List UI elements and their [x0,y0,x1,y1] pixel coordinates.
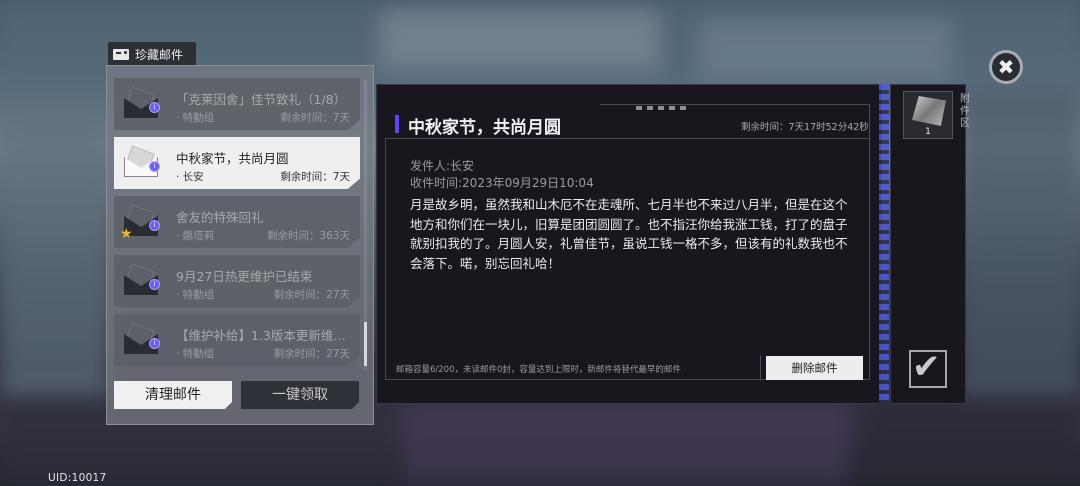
mailbox-capacity-note: 邮箱容量6/200，未读邮件0封，容量达到上限时，新邮件将替代最早的邮件 [396,365,681,375]
envelope-icon: i [124,322,160,354]
mail-detail-remaining: 剩余时间：7天17时52分42秒 [741,122,869,133]
mail-list-scrollbar-thumb[interactable] [364,322,367,366]
envelope-icon: i [124,86,160,118]
player-uid: UID:10017 [48,472,107,484]
mail-detail-sender: 发件人:长安 [410,159,475,173]
mail-remaining-time: 剩余时间：7天 [280,112,350,124]
mail-sender: · 长安 [176,171,204,183]
mail-sender: · 娜塔莉 [176,230,215,242]
title-accent-bar [395,115,399,133]
attachment-count: 1 [925,127,931,137]
mail-remaining-time: 剩余时间：363天 [266,230,350,242]
mail-item[interactable]: i 「克莱因舍」佳节致礼（1/8） · 特勤组 剩余时间：7天 [114,78,360,130]
envelope-icon: i [124,263,160,295]
mail-item[interactable]: i ★ 舍友的特殊回礼 · 娜塔莉 剩余时间：363天 [114,196,360,248]
mail-item[interactable]: i 【维护补给】1.3版本更新维护... · 特勤组 剩余时间：27天 [114,314,360,366]
mail-detail-body: 月是故乡明，虽然我和山木厄不在走魂所、七月半也不来过八月半，但是在这个地方和你们… [410,197,848,271]
mail-sender: · 特勤组 [176,348,215,360]
claim-all-button[interactable]: 一键领取 [241,381,359,409]
checkmark-icon: ✔ [912,347,941,387]
attachment-item[interactable]: 1 [903,91,953,139]
star-icon: ★ [120,226,133,242]
mail-item[interactable]: i 9月27日热更维护已结束 · 特勤组 剩余时间：27天 [114,255,360,307]
footer-separator [760,355,761,381]
clean-mail-button[interactable]: 清理邮件 [114,381,232,409]
mail-sender: · 特勤组 [176,289,215,301]
collection-tab-label: 珍藏邮件 [135,47,184,62]
mail-remaining-time: 剩余时间：27天 [273,289,350,301]
envelope-open-icon: i [124,145,160,177]
collection-tab: 珍藏邮件 [108,42,196,66]
decor-dots [636,106,686,110]
mail-title: 【维护补给】1.3版本更新维护... [176,328,351,343]
mail-title: 中秋家节，共尚月圆 [176,151,289,166]
mail-title: 「克莱因舍」佳节致礼（1/8） [176,92,347,107]
mail-card-icon [113,48,129,60]
mail-detail-title: 中秋家节，共尚月圆 [408,118,561,138]
mail-title: 9月27日热更维护已结束 [176,269,313,284]
mail-sender: · 特勤组 [176,112,215,124]
mail-remaining-time: 剩余时间：27天 [273,348,350,360]
delete-mail-button[interactable]: 删除邮件 [766,356,863,380]
mail-remaining-time: 剩余时间：7天 [280,171,350,183]
mail-detail-receive-time: 收件时间:2023年09月29日10:04 [410,176,594,190]
close-button[interactable]: ✖ [989,50,1023,84]
mail-title: 舍友的特殊回礼 [176,210,264,225]
ticket-perforation [879,84,889,404]
attachment-area-label: 附件区 [960,94,970,129]
mail-item-selected[interactable]: i 中秋家节，共尚月圆 · 长安 剩余时间：7天 [114,137,360,189]
material-cube-icon [912,96,946,126]
